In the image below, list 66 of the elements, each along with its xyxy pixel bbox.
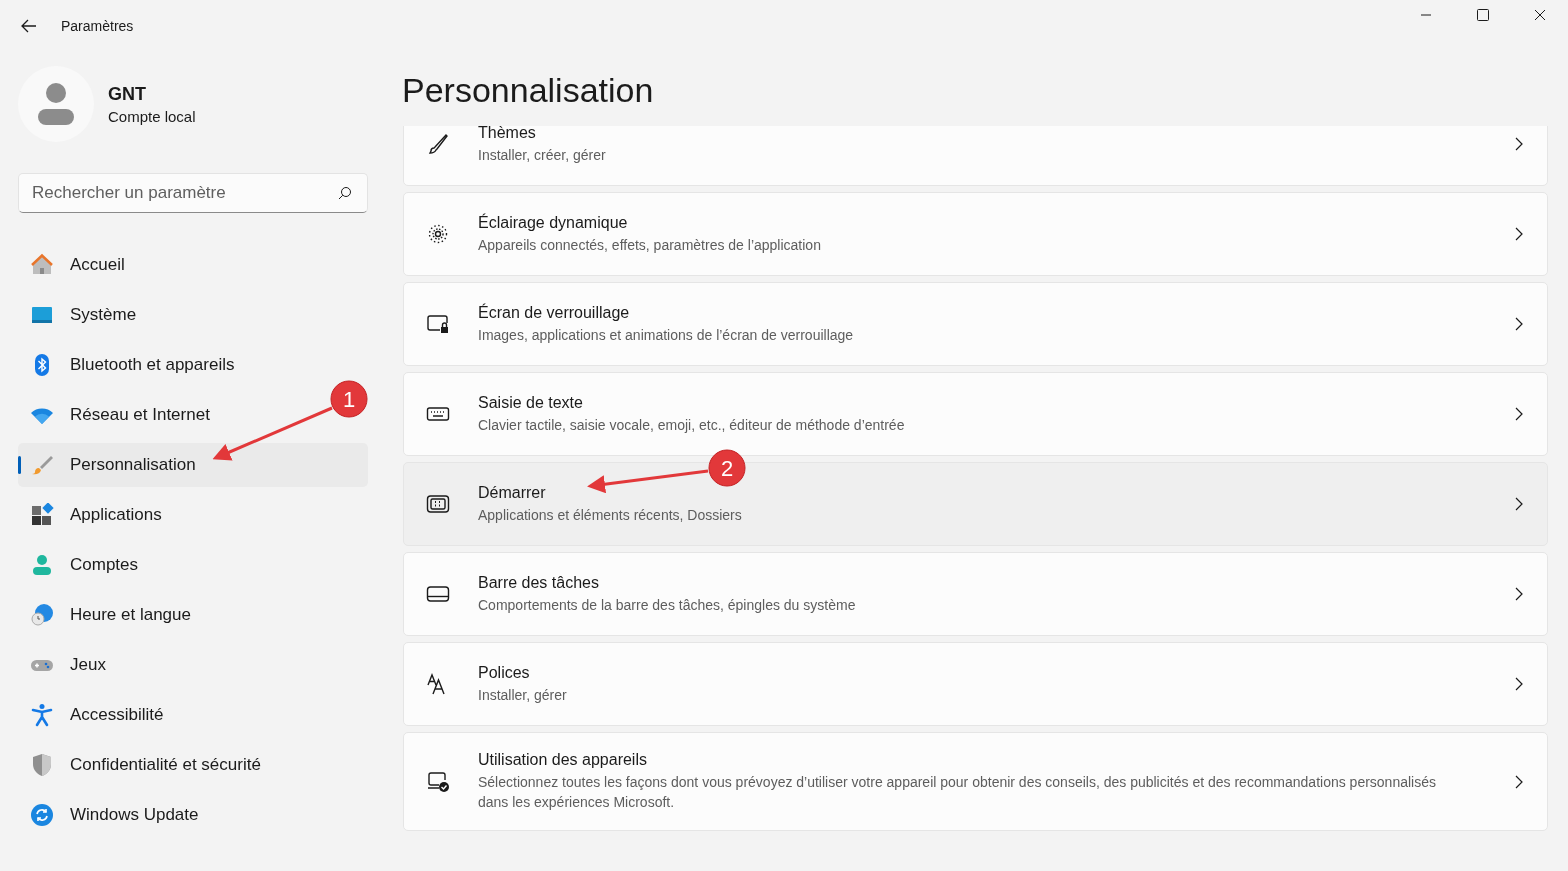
chevron-icon xyxy=(1515,317,1523,331)
sidebar-item[interactable]: Comptes xyxy=(18,543,147,587)
light-icon xyxy=(426,222,450,246)
sidebar-item[interactable]: Confidentialité et sécurité xyxy=(18,743,269,787)
window-title: Paramètres xyxy=(61,18,134,34)
sidebar-item[interactable]: Jeux xyxy=(18,643,114,687)
settings-card[interactable]: Saisie de texte Clavier tactile, saisie vocale, emoji, etc., éditeur de méthode d’entrée xyxy=(403,372,1548,456)
lock-screen-icon xyxy=(426,312,450,336)
settings-card[interactable]: Éclairage dynamique Appareils connectés, effets, paramètres de l’application xyxy=(403,192,1548,276)
shield-icon xyxy=(30,753,54,777)
device-check-icon xyxy=(426,769,450,794)
card-title: Éclairage dynamique xyxy=(478,213,628,232)
settings-card[interactable]: Polices Installer, gérer xyxy=(403,642,1548,726)
chevron-icon xyxy=(1515,497,1523,511)
accessibility-icon xyxy=(30,703,54,727)
chevron-icon xyxy=(1515,407,1523,421)
sync-icon xyxy=(30,803,54,827)
maximize-icon xyxy=(1476,9,1489,21)
sidebar-item[interactable]: Personnalisation xyxy=(18,443,368,487)
sidebar-item[interactable]: Réseau et Internet xyxy=(18,393,218,437)
paintbrush-icon xyxy=(426,132,450,156)
card-title: Polices xyxy=(478,663,530,682)
person-icon xyxy=(30,553,54,577)
number-badge: 1 xyxy=(330,380,368,418)
sidebar-item[interactable]: Windows Update xyxy=(18,793,207,837)
card-description: Applications et éléments récents, Dossiers xyxy=(478,505,743,525)
settings-card[interactable]: Écran de verrouillage Images, applications et animations de l’écran de verrouillage xyxy=(403,282,1548,366)
settings-card[interactable] xyxy=(403,732,1548,831)
globe-clock-icon xyxy=(30,603,54,627)
card-description: Clavier tactile, saisie vocale, emoji, etc., éditeur de méthode d’entrée xyxy=(478,415,906,435)
sidebar-item[interactable]: Accueil xyxy=(18,243,133,287)
sidebar-item[interactable]: Applications xyxy=(18,493,170,537)
chevron-icon xyxy=(1515,227,1523,241)
card-description: Sélectionnez toutes les façons dont vous prévoyez d’utiliser votre appareil pour obtenir des conseils, des publicités et des recommandations personnalisés dans les expériences Microsoft. xyxy=(478,773,1437,812)
account-type: Compte local xyxy=(108,107,196,125)
search-icon xyxy=(338,186,352,200)
number-badge: 2 xyxy=(708,449,746,487)
close-icon xyxy=(1533,9,1546,21)
chevron-icon xyxy=(1515,137,1523,151)
start-menu-icon xyxy=(426,492,450,516)
settings-card[interactable]: Barre des tâches Comportements de la barre des tâches, épingles du système xyxy=(403,552,1548,636)
sidebar-item[interactable]: Heure et langue xyxy=(18,593,199,637)
sidebar-item[interactable]: Bluetooth et appareils xyxy=(18,343,243,387)
card-title: Utilisation des appareils xyxy=(478,751,647,769)
chevron-icon xyxy=(1515,587,1523,601)
search-field[interactable]: Rechercher un paramètre xyxy=(18,173,368,213)
page-title: Personnalisation xyxy=(402,70,655,111)
card-title: Thèmes xyxy=(478,126,536,142)
apps-icon xyxy=(30,503,54,527)
card-description: Appareils connectés, effets, paramètres de l’application xyxy=(478,235,822,255)
card-description: Images, applications et animations de l’écran de verrouillage xyxy=(478,325,855,345)
user-name: GNT xyxy=(108,83,147,105)
settings-card[interactable]: Thèmes Installer, créer, gérer xyxy=(403,126,1548,186)
back-button[interactable] xyxy=(20,17,38,35)
card-description: Installer, créer, gérer xyxy=(478,145,607,165)
card-description: Comportements de la barre des tâches, épingles du système xyxy=(478,595,857,615)
sidebar-item[interactable]: Système xyxy=(18,293,145,337)
card-title: Démarrer xyxy=(478,483,546,502)
card-title: Écran de verrouillage xyxy=(478,303,630,322)
card-title: Barre des tâches xyxy=(478,573,599,592)
card-title: Saisie de texte xyxy=(478,393,583,412)
chevron-icon xyxy=(1515,677,1523,691)
chevron-icon xyxy=(1515,774,1523,789)
sidebar-item[interactable]: Accessibilité xyxy=(18,693,172,737)
card-description: Installer, gérer xyxy=(478,685,568,705)
home-icon xyxy=(30,253,54,277)
